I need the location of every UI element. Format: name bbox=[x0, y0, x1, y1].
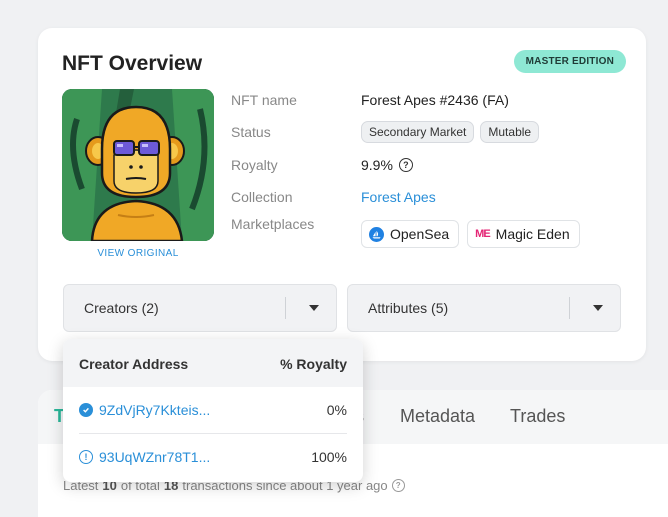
help-icon[interactable]: ? bbox=[398, 158, 413, 172]
tab-trades[interactable]: Trades bbox=[510, 406, 565, 427]
chevron-down-icon bbox=[593, 305, 603, 311]
dropdown-divider bbox=[285, 297, 286, 319]
creator-royalty: 100% bbox=[311, 449, 347, 465]
royalty-value: 9.9% bbox=[361, 157, 393, 173]
edition-badge: MASTER EDITION bbox=[513, 50, 626, 73]
nft-name-value: Forest Apes #2436 (FA) bbox=[361, 92, 509, 108]
nft-overview-card: NFT Overview MASTER EDITION VIEW ORIGINA… bbox=[38, 28, 646, 361]
creators-dropdown[interactable]: Creators (2) bbox=[63, 284, 337, 332]
view-original-link[interactable]: VIEW ORIGINAL bbox=[62, 248, 214, 259]
unverified-icon: ! bbox=[79, 450, 93, 464]
creator-address-header: Creator Address bbox=[79, 356, 189, 372]
page-title: NFT Overview bbox=[62, 52, 203, 75]
magic-eden-icon: ME bbox=[475, 228, 490, 240]
status-tag-mutable: Mutable bbox=[480, 121, 540, 143]
opensea-button[interactable]: OpenSea bbox=[361, 220, 460, 248]
chevron-down-icon bbox=[309, 305, 319, 311]
ape-illustration bbox=[62, 89, 214, 241]
marketplaces-label: Marketplaces bbox=[231, 216, 315, 232]
magic-eden-button[interactable]: ME Magic Eden bbox=[467, 220, 580, 248]
royalty-header: % Royalty bbox=[280, 356, 347, 372]
collection-link[interactable]: Forest Apes bbox=[361, 189, 436, 205]
creator-royalty: 0% bbox=[326, 402, 347, 418]
creator-row: 9ZdVjRy7Kkteis... 0% bbox=[63, 387, 363, 433]
attributes-dropdown-label: Attributes (5) bbox=[368, 300, 449, 316]
creator-row: ! 93UqWZnr78T1... 100% bbox=[63, 434, 363, 480]
help-icon[interactable]: ? bbox=[391, 479, 405, 492]
creator-address: 9ZdVjRy7Kkteis... bbox=[99, 402, 211, 418]
status-label: Status bbox=[231, 124, 271, 140]
royalty-label: Royalty bbox=[231, 157, 278, 173]
nft-image[interactable] bbox=[62, 89, 214, 241]
opensea-label: OpenSea bbox=[390, 226, 450, 242]
royalty-value-group: 9.9% ? bbox=[361, 157, 413, 173]
creator-address-link[interactable]: ! 93UqWZnr78T1... bbox=[79, 449, 210, 465]
creator-address-link[interactable]: 9ZdVjRy7Kkteis... bbox=[79, 402, 210, 418]
status-tags: Secondary Market Mutable bbox=[361, 121, 540, 143]
creators-dropdown-label: Creators (2) bbox=[84, 300, 159, 316]
dropdown-divider bbox=[569, 297, 570, 319]
marketplaces-list: OpenSea ME Magic Eden bbox=[361, 220, 580, 248]
collection-label: Collection bbox=[231, 189, 293, 205]
creators-table-header: Creator Address % Royalty bbox=[63, 339, 363, 387]
opensea-icon bbox=[369, 226, 384, 242]
nft-name-label: NFT name bbox=[231, 92, 297, 108]
magic-eden-label: Magic Eden bbox=[495, 226, 570, 242]
creators-popup: Creator Address % Royalty 9ZdVjRy7Kkteis… bbox=[63, 339, 363, 482]
creator-address: 93UqWZnr78T1... bbox=[99, 449, 211, 465]
tab-metadata[interactable]: Metadata bbox=[400, 406, 475, 427]
attributes-dropdown[interactable]: Attributes (5) bbox=[347, 284, 621, 332]
status-tag-secondary-market: Secondary Market bbox=[361, 121, 475, 143]
verified-check-icon bbox=[79, 403, 93, 417]
